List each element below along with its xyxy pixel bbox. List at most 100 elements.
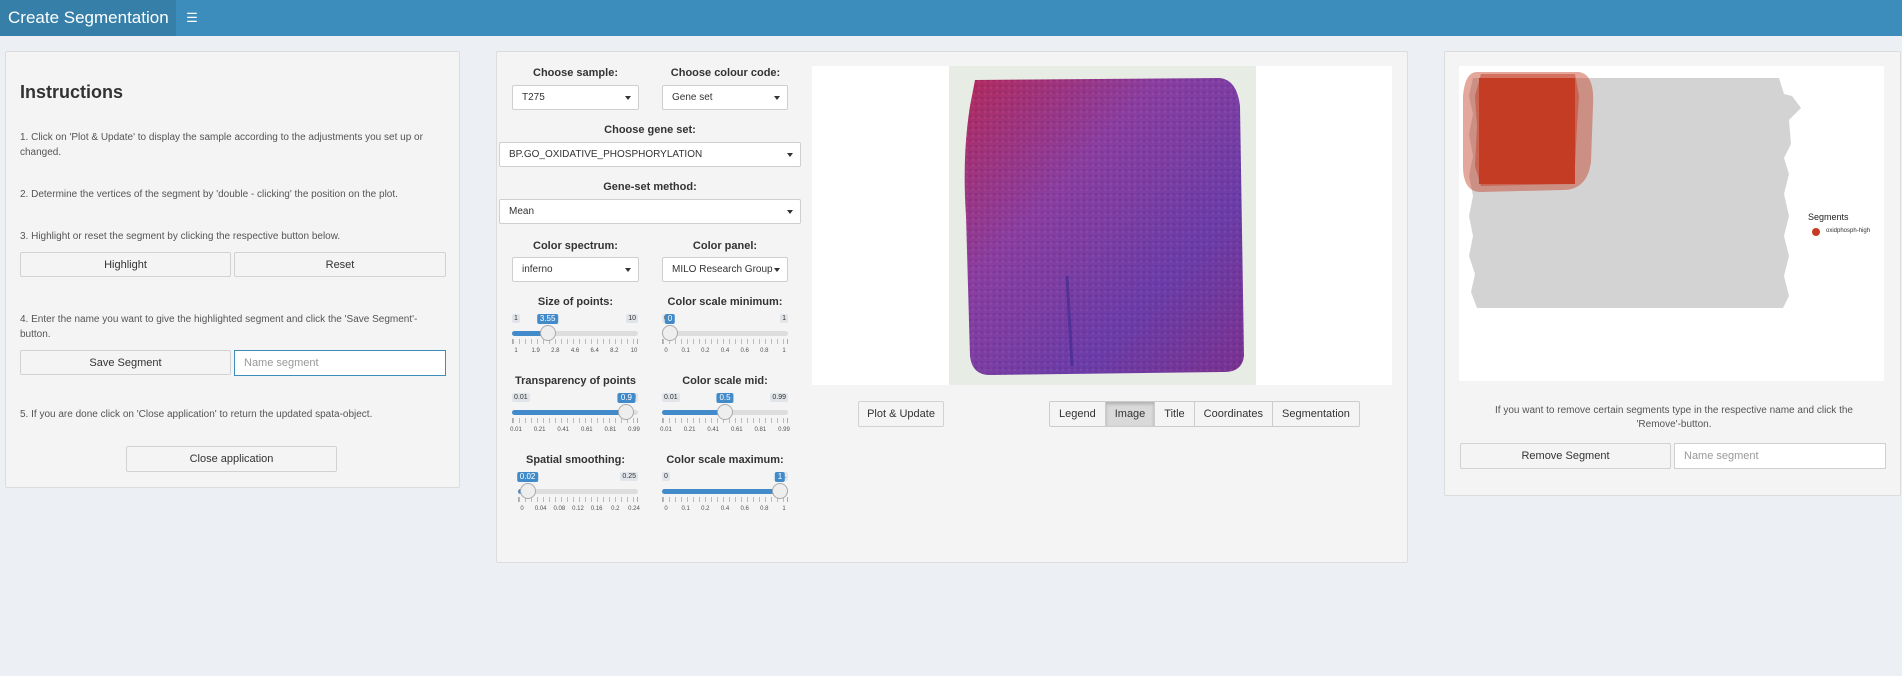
transparency-slider[interactable]: 0.01 0.99 0.9 0.01 0.21 0.41 0.61 0.81 0.99: [510, 393, 640, 433]
slider-grid-labels: 0.01 0.21 0.41 0.61 0.81 0.99: [660, 427, 790, 435]
slider-grid-label: 0.41: [557, 427, 570, 433]
slider-max-label: 0.99: [770, 393, 788, 402]
slider-grid-label: 0.6: [740, 348, 749, 354]
slider-grid-label: 0.41: [707, 427, 720, 433]
segment-plot-svg: [1463, 72, 1801, 308]
slider-grid-labels: 0 0.1 0.2 0.4 0.6 0.8 1: [662, 506, 788, 514]
segment-legend-dot: [1812, 228, 1820, 236]
slider-grid-label: 8.2: [610, 348, 619, 354]
slider-grid-label: 1: [514, 348, 518, 354]
slider-handle[interactable]: [662, 325, 678, 341]
sample-value: T275: [522, 92, 545, 103]
slider-grid-label: 0.61: [730, 427, 743, 433]
plot-update-button[interactable]: Plot & Update: [858, 401, 944, 427]
instruction-step-4: 4. Enter the name you want to give the h…: [20, 314, 418, 340]
colour-code-select[interactable]: Gene set: [662, 85, 788, 110]
tab-image[interactable]: Image: [1105, 402, 1156, 426]
slider-handle[interactable]: [539, 325, 556, 341]
gene-set-method-label: Gene-set method:: [603, 181, 697, 193]
slider-min-label: 1: [512, 314, 520, 323]
slider-handle[interactable]: [772, 483, 788, 499]
slider-grid-label: 1: [782, 506, 786, 512]
slider-grid-labels: 0 0.04 0.08 0.12 0.16 0.2 0.24: [518, 506, 640, 514]
caret-down-icon: [774, 95, 780, 100]
color-scale-max-slider[interactable]: 01100.10.20.40.60.81: [662, 472, 788, 512]
spatial-smoothing-label: Spatial smoothing:: [526, 454, 625, 466]
segments-legend-title: Segments: [1808, 212, 1849, 222]
slider-track: [662, 331, 788, 336]
hamburger-icon: ☰: [186, 10, 198, 25]
app-title: Create Segmentation: [0, 0, 176, 36]
save-segment-button[interactable]: Save Segment: [20, 350, 231, 375]
slider-grid-label: 0.81: [604, 427, 617, 433]
gene-set-label: Choose gene set:: [604, 124, 696, 136]
color-panel-select[interactable]: MILO Research Group: [662, 257, 788, 282]
slider-handle[interactable]: [717, 404, 733, 420]
slider-ticks: [512, 339, 638, 344]
slider-value-label: 0.9: [617, 393, 635, 403]
caret-down-icon: [787, 209, 793, 214]
tab-coordinates[interactable]: Coordinates: [1195, 402, 1273, 426]
slider-grid-label: 0.1: [681, 506, 690, 512]
gene-set-method-select[interactable]: Mean: [499, 199, 801, 224]
slider-grid-label: 0: [520, 506, 524, 512]
slider-grid-label: 10: [630, 348, 638, 354]
slider-max-label: 10: [626, 314, 638, 323]
slider-ticks: [662, 339, 788, 344]
slider-grid-label: 0.61: [580, 427, 593, 433]
slider-fill: [512, 410, 627, 415]
plot-area[interactable]: [812, 66, 1392, 385]
slider-grid-label: 0.16: [590, 506, 603, 512]
slider-grid-label: 0.01: [660, 427, 672, 433]
sample-select[interactable]: T275: [512, 85, 639, 110]
segment-legend-label: oxidphosph-high: [1826, 228, 1871, 234]
slider-value-label: 0: [664, 314, 676, 324]
plot-options-tabs: Legend Image Title Coordinates Segmentat…: [1049, 401, 1360, 427]
color-scale-min-slider[interactable]: 01000.10.20.40.60.81: [662, 314, 788, 354]
color-scale-min-label: Color scale minimum:: [667, 296, 783, 308]
gene-set-method-value: Mean: [509, 206, 535, 217]
slider-grid-label: 1: [782, 348, 786, 354]
slider-grid-label: 0.2: [611, 506, 620, 512]
slider-grid-label: 0.4: [720, 506, 730, 512]
slider-track: [518, 489, 638, 494]
slider-ticks: [512, 418, 638, 423]
spatial-smoothing-slider[interactable]: 0 0.25 0.02 0 0.04 0.08 0.12 0.16 0.2 0.24: [516, 472, 640, 514]
slider-grid-labels: 1 1.9 2.8 4.6 6.4 8.2 10: [512, 348, 638, 356]
point-size-slider[interactable]: 1 10 3.55 1 1.9 2.8 4.6 6.4 8.2 10: [512, 314, 638, 354]
slider-min-label: 0.01: [662, 393, 680, 402]
tab-legend[interactable]: Legend: [1050, 402, 1106, 426]
sidebar-toggle[interactable]: ☰: [178, 0, 206, 36]
slider-grid-labels: 0 0.1 0.2 0.4 0.6 0.8 1: [662, 348, 788, 356]
close-application-button[interactable]: Close application: [126, 446, 337, 472]
colour-code-value: Gene set: [672, 92, 713, 103]
remove-segment-button[interactable]: Remove Segment: [1460, 443, 1671, 469]
tab-title[interactable]: Title: [1155, 402, 1195, 426]
remove-segment-name-input[interactable]: Name segment: [1674, 443, 1886, 469]
highlight-button[interactable]: Highlight: [20, 252, 231, 277]
reset-button[interactable]: Reset: [234, 252, 446, 277]
slider-grid-label: 0: [664, 506, 668, 512]
tissue-image: [949, 66, 1256, 385]
tab-segmentation[interactable]: Segmentation: [1273, 402, 1359, 426]
caret-down-icon: [774, 267, 780, 272]
segment-name-input[interactable]: Name segment: [234, 350, 446, 376]
transparency-label: Transparency of points: [514, 375, 637, 387]
slider-value-label: 1: [774, 472, 786, 482]
color-panel-label: Color panel:: [692, 240, 758, 252]
slider-ticks: [518, 497, 638, 502]
gene-set-select[interactable]: BP.GO_OXIDATIVE_PHOSPHORYLATION: [499, 142, 801, 167]
color-spectrum-select[interactable]: inferno: [512, 257, 639, 282]
color-scale-max-label: Color scale maximum:: [666, 454, 784, 466]
slider-value-label: 3.55: [536, 314, 559, 324]
slider-handle[interactable]: [519, 483, 536, 499]
slider-grid-label: 0.8: [760, 506, 769, 512]
slider-max-label: 0.25: [620, 472, 638, 481]
point-size-label: Size of points:: [537, 296, 614, 308]
instruction-step-3: 3. Highlight or reset the segment by cli…: [20, 231, 341, 242]
slider-grid-label: 6.4: [590, 348, 599, 354]
slider-grid-label: 0.81: [754, 427, 767, 433]
slider-grid-label: 0.8: [760, 348, 769, 354]
instruction-step-2: 2. Determine the vertices of the segment…: [20, 189, 398, 200]
color-scale-mid-slider[interactable]: 0.01 0.99 0.5 0.01 0.21 0.41 0.61 0.81 0.99: [660, 393, 790, 435]
